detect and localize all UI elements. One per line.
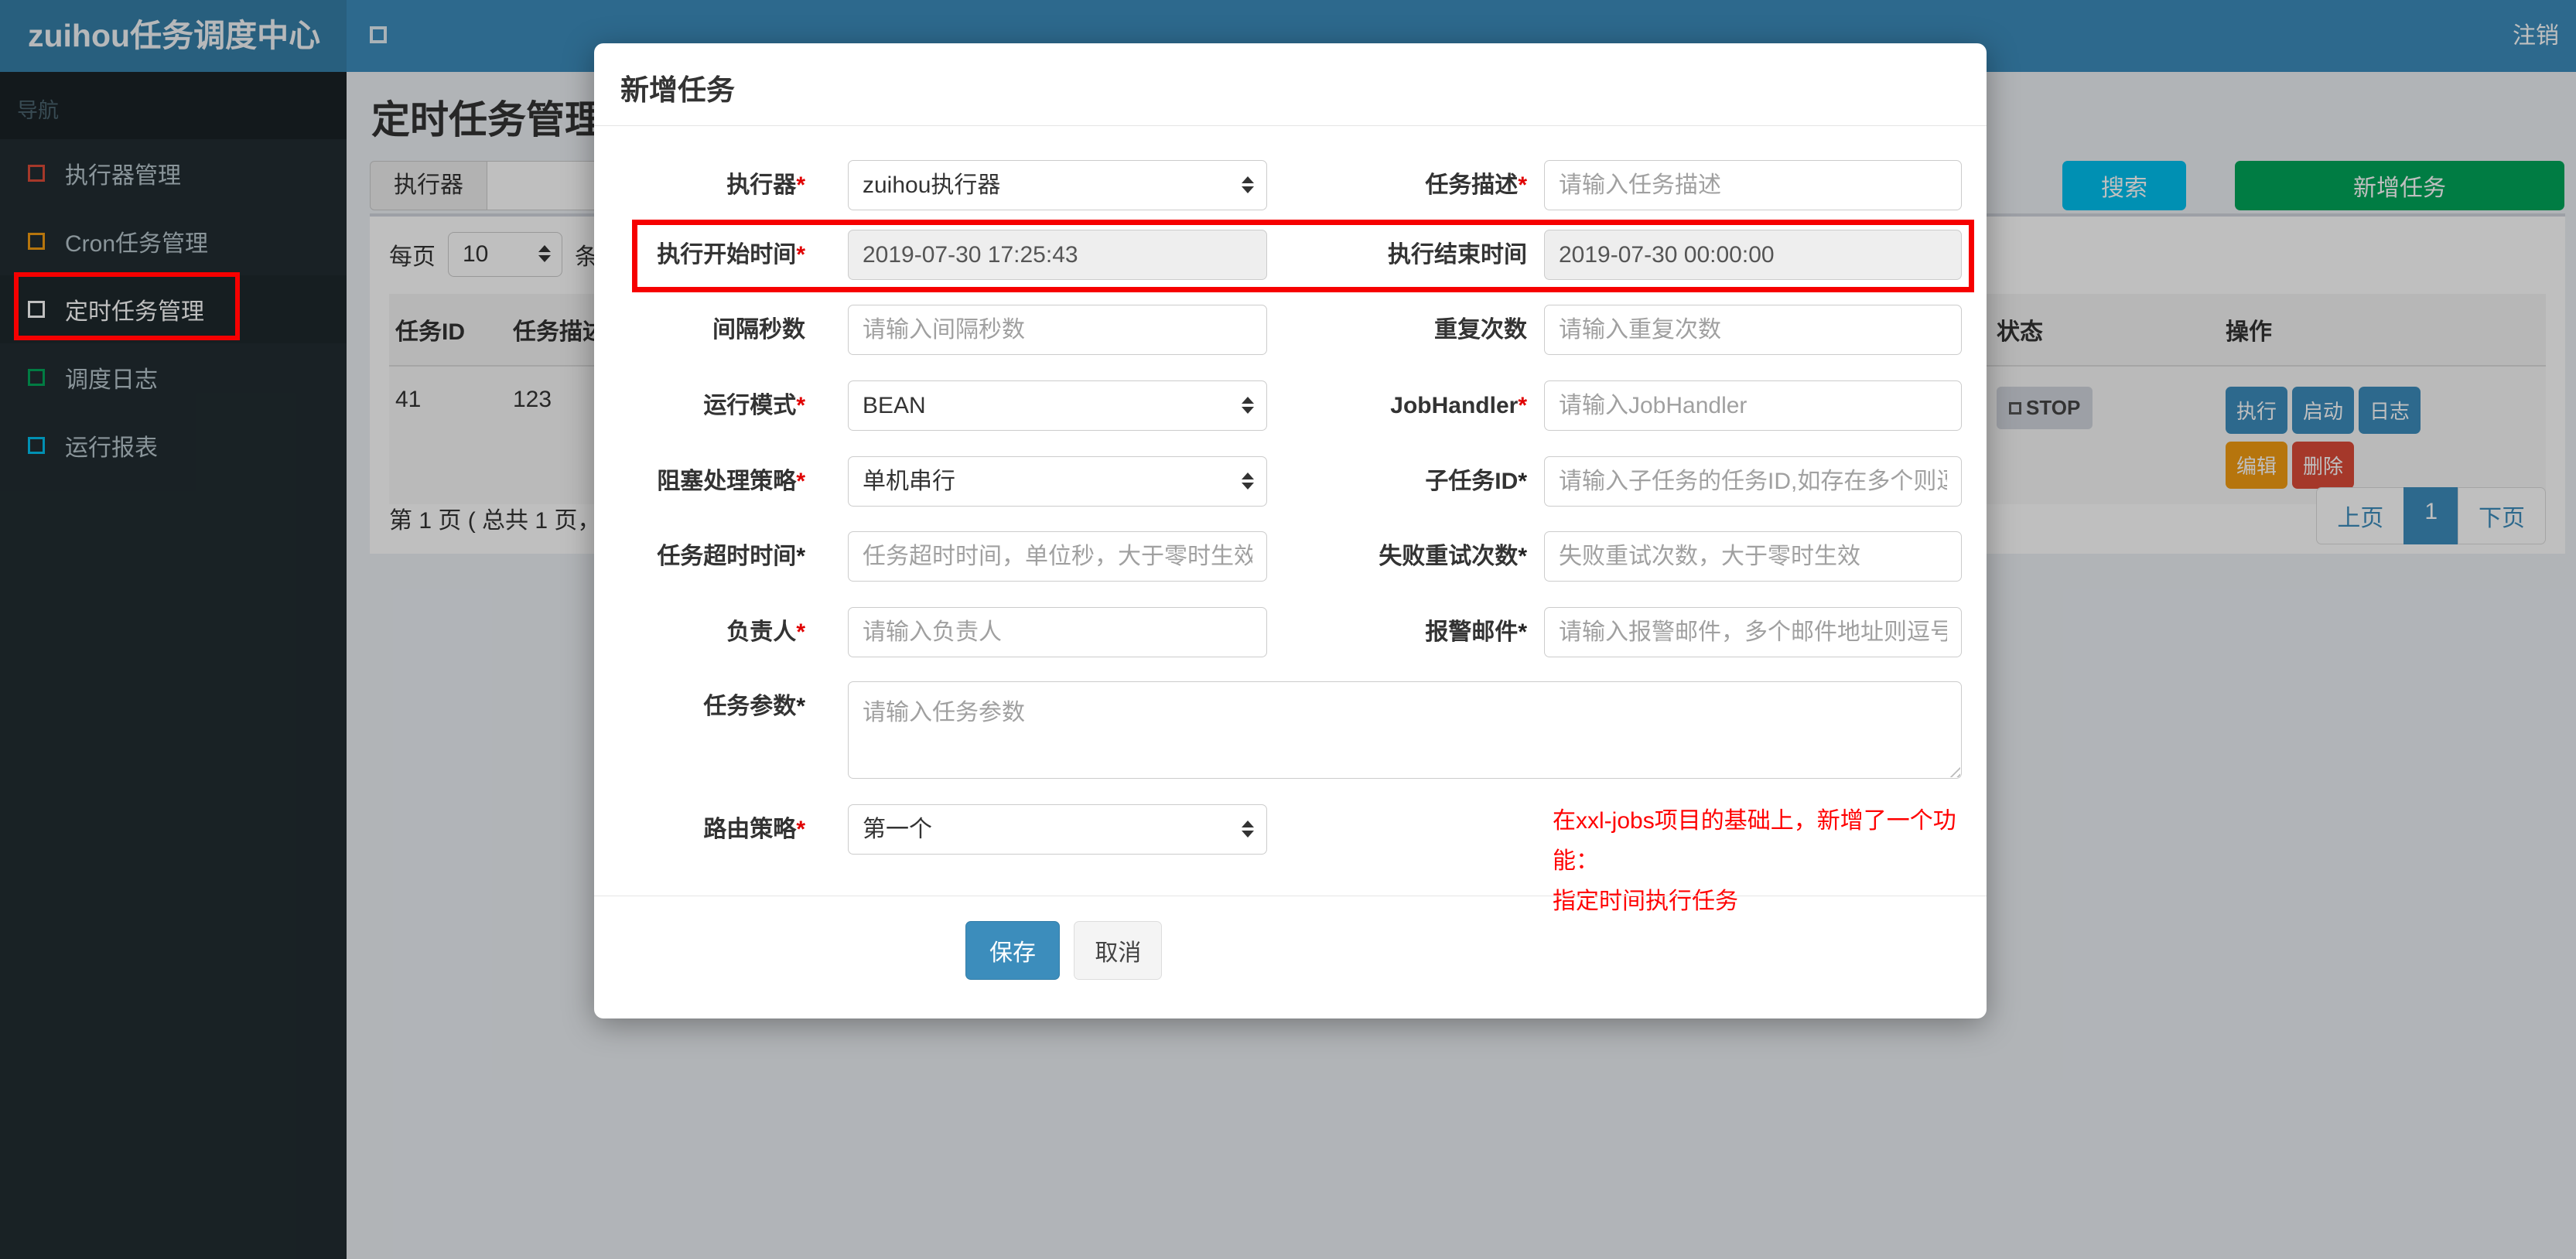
required-mark: * [1518,619,1527,645]
fail-retry-input[interactable] [1544,531,1962,582]
required-mark: * [796,393,805,418]
required-mark: * [796,817,805,842]
block-strategy-select[interactable]: 单机串行 [848,456,1267,507]
required-mark: * [1518,172,1527,198]
select-caret-icon [1242,820,1254,838]
add-task-modal: 新增任务 执行器* zuihou执行器 任务描述* 执行开始时间* 执行结束时间… [594,43,1987,1018]
form-row-task-params: 任务参数* [594,681,1962,779]
task-desc-label: 任务描述* [1425,172,1527,198]
task-timeout-input[interactable] [848,531,1267,582]
form-row-timeout-retry: 任务超时时间* 失败重试次数* [594,531,1962,582]
feature-note: 在xxl-jobs项目的基础上，新增了一个功能： 指定时间执行任务 [1553,808,1956,914]
task-timeout-label: 任务超时时间* [657,544,805,569]
subtask-id-label: 子任务ID* [1425,469,1527,494]
interval-seconds-input[interactable] [848,305,1267,355]
form-row-executor-desc: 执行器* zuihou执行器 任务描述* [594,160,1962,210]
repeat-count-label: 重复次数 [1434,317,1527,343]
alarm-email-input[interactable] [1544,607,1962,657]
modal-footer: 保存 取消 [594,896,1987,980]
block-strategy-label: 阻塞处理策略* [657,469,805,494]
run-mode-label: 运行模式* [703,393,805,418]
required-mark: * [796,694,805,719]
task-desc-input[interactable] [1544,160,1962,210]
required-mark: * [796,544,805,569]
cancel-button[interactable]: 取消 [1074,921,1163,980]
alarm-email-label: 报警邮件* [1425,619,1527,645]
route-strategy-select[interactable]: 第一个 [848,804,1267,855]
required-mark: * [796,469,805,494]
save-button[interactable]: 保存 [965,921,1060,980]
form-row-interval-repeat: 间隔秒数 重复次数 [594,305,1962,355]
required-mark: * [1518,544,1527,569]
subtask-id-input[interactable] [1544,456,1962,507]
start-time-label: 执行开始时间* [657,242,805,268]
interval-seconds-label: 间隔秒数 [712,317,805,343]
owner-input[interactable] [848,607,1267,657]
executor-select[interactable]: zuihou执行器 [848,160,1267,210]
required-mark: * [1518,469,1527,494]
task-params-textarea[interactable] [848,681,1962,779]
fail-retry-label: 失败重试次数* [1379,544,1527,569]
form-row-route-strategy: 路由策略* 第一个 在xxl-jobs项目的基础上，新增了一个功能： 指定时间执… [594,804,1962,914]
form-row-runmode-jobhandler: 运行模式* BEAN JobHandler* [594,380,1962,431]
select-caret-icon [1242,176,1254,193]
owner-label: 负责人* [726,619,805,645]
run-mode-select[interactable]: BEAN [848,380,1267,431]
form-row-block-strategy-subtask: 阻塞处理策略* 单机串行 子任务ID* [594,456,1962,507]
executor-label: 执行器* [726,172,805,198]
form-row-start-end-time: 执行开始时间* 执行结束时间 [594,230,1962,280]
modal-title: 新增任务 [620,74,735,106]
select-caret-icon [1242,472,1254,490]
start-time-input[interactable] [848,230,1267,280]
select-caret-icon [1242,396,1254,414]
form-row-owner-email: 负责人* 报警邮件* [594,607,1962,657]
jobhandler-label: JobHandler* [1390,393,1527,418]
required-mark: * [796,619,805,645]
jobhandler-input[interactable] [1544,380,1962,431]
required-mark: * [796,242,805,268]
required-mark: * [1518,393,1527,418]
route-strategy-label: 路由策略* [703,817,805,842]
task-params-label: 任务参数* [703,694,805,719]
modal-header: 新增任务 [594,43,1987,126]
repeat-count-input[interactable] [1544,305,1962,355]
end-time-label: 执行结束时间 [1388,242,1527,268]
end-time-input[interactable] [1544,230,1962,280]
required-mark: * [796,172,805,198]
